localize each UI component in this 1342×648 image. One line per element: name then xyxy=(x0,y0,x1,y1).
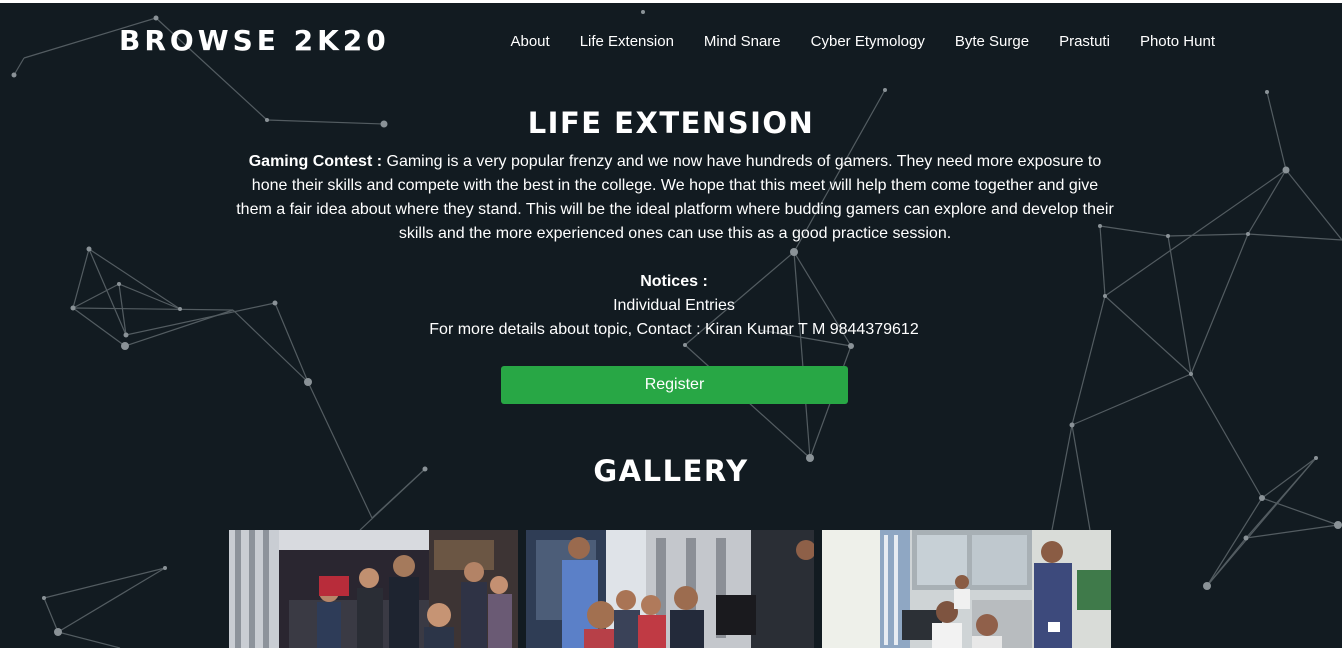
nav-link-byte-surge[interactable]: Byte Surge xyxy=(955,33,1029,53)
nav-link-photo-hunt[interactable]: Photo Hunt xyxy=(1140,33,1215,53)
register-button[interactable]: Register xyxy=(501,366,848,404)
gallery-photo-3[interactable] xyxy=(822,530,1111,648)
notice-contact: For more details about topic, Contact : … xyxy=(429,321,919,338)
notice-entry-type: Individual Entries xyxy=(613,297,735,314)
notices-section: Notices : Individual Entries For more de… xyxy=(0,270,1342,342)
notices-label: Notices : xyxy=(640,273,708,290)
nav-link-mind-snare[interactable]: Mind Snare xyxy=(704,33,781,53)
nav-link-life-extension[interactable]: Life Extension xyxy=(580,33,674,53)
nav-link-prastuti[interactable]: Prastuti xyxy=(1059,33,1110,53)
gallery-photo-1[interactable] xyxy=(229,530,518,648)
gallery-photo-2[interactable] xyxy=(526,530,814,648)
brand-logo[interactable]: BROWSE 2K20 xyxy=(119,24,390,57)
event-title: LIFE EXTENSION xyxy=(527,106,815,140)
gallery-title: GALLERY xyxy=(593,454,749,488)
event-description: Gaming Contest : Gaming is a very popula… xyxy=(236,150,1114,246)
nav-link-about[interactable]: About xyxy=(510,33,549,53)
event-description-label: Gaming Contest : xyxy=(248,153,383,170)
nav-link-cyber-etymology[interactable]: Cyber Etymology xyxy=(811,33,925,53)
main-nav: About Life Extension Mind Snare Cyber Et… xyxy=(510,33,1215,53)
